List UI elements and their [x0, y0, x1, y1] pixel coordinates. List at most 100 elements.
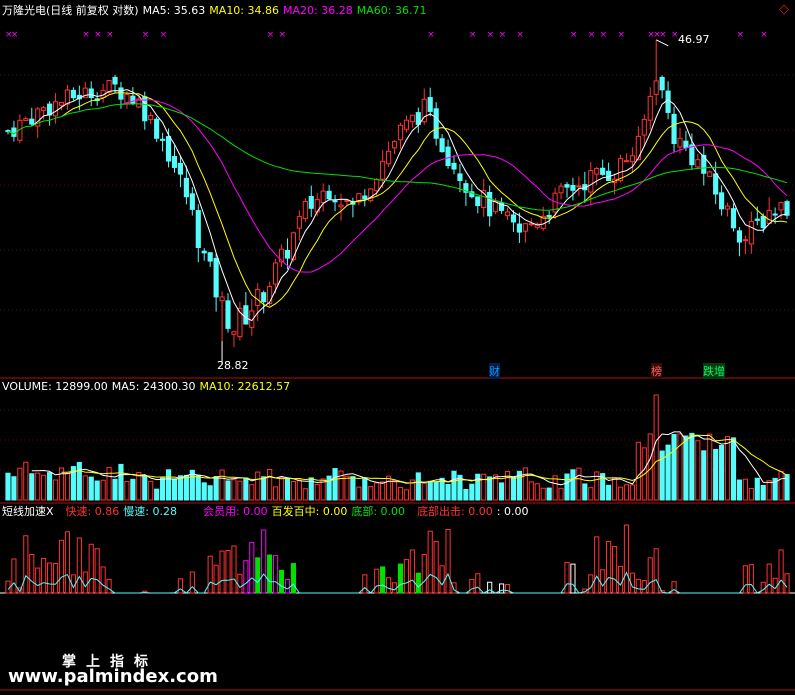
volume-bar — [582, 483, 588, 501]
indicator-bar — [742, 565, 748, 594]
candle-body — [713, 173, 719, 195]
candle-body — [171, 156, 178, 168]
indicator-bar — [778, 549, 784, 594]
candle-body — [760, 215, 766, 229]
stock-chart[interactable]: ×× × × × × × × × × × × × × × × × × ××× × × × — [0, 0, 795, 695]
signal-x-mark: × — [11, 30, 19, 40]
candle-body — [165, 136, 172, 162]
volume-bar — [64, 472, 71, 501]
high-marker — [655, 39, 669, 47]
hit-value: 百发百中: 0.00 — [271, 505, 348, 518]
candle-body — [689, 144, 695, 166]
volume-bar — [154, 488, 160, 501]
indicator-bar — [427, 530, 433, 594]
candle-body — [397, 124, 404, 141]
candle-body — [445, 146, 451, 166]
indicator-bar — [374, 568, 380, 594]
vol-ma5-value: MA5: 24300.30 — [111, 380, 196, 393]
candle-body — [784, 201, 790, 216]
volume-bar — [481, 473, 487, 501]
candle-body — [695, 159, 701, 168]
diamond-icon[interactable]: ◇ — [779, 2, 789, 17]
volume-bar — [748, 487, 754, 501]
volume-bar — [344, 475, 350, 501]
indicator-bar — [52, 563, 59, 594]
candle-body — [47, 103, 53, 116]
candle-body — [362, 195, 368, 200]
volume-bar — [148, 480, 154, 501]
indicator-bar — [409, 549, 415, 594]
indicator-bar — [570, 563, 576, 594]
candle-body — [647, 95, 653, 121]
volume-bar — [588, 487, 594, 501]
signal-x-mark: × — [736, 30, 744, 40]
volume-bar — [17, 467, 23, 501]
indicator-bar — [273, 555, 279, 594]
volume-bar — [701, 450, 707, 501]
candle-body — [653, 80, 659, 95]
indicator-bar — [225, 550, 231, 594]
volume-bar — [570, 469, 576, 501]
event-dieng-label[interactable]: 跌增 — [703, 363, 725, 379]
volume-bar — [522, 467, 528, 501]
indicator-bar — [504, 584, 511, 594]
candle-body — [189, 193, 195, 210]
candle-body — [742, 239, 748, 242]
event-bang-label[interactable]: 榜 — [651, 363, 662, 379]
ma20-value: MA20: 36.28 — [283, 4, 353, 17]
indicator-bar — [290, 563, 297, 594]
member-value: 会员用: 0.00 — [202, 505, 268, 518]
signal-x-mark: × — [469, 30, 477, 40]
indicator-bar — [760, 581, 766, 594]
candle-body — [623, 160, 630, 163]
candle-body — [130, 95, 136, 104]
volume-bar — [171, 478, 178, 501]
volume-bar — [255, 471, 261, 501]
candle-body — [719, 192, 725, 210]
volume-bar — [683, 435, 689, 501]
candle-body — [600, 167, 606, 175]
bottom-out-value: 底部出击: 0.00 — [417, 505, 493, 518]
candle-body — [665, 90, 671, 113]
indicator-bar — [498, 583, 505, 594]
candle-body — [64, 89, 71, 105]
candle-body — [296, 216, 302, 229]
indicator-bar — [623, 524, 630, 594]
candle-body — [594, 168, 600, 175]
volume-value: VOLUME: 12899.00 — [2, 380, 108, 393]
indicator-bar — [94, 548, 100, 594]
candle-body — [124, 93, 130, 104]
candle-body — [403, 119, 410, 130]
volume-header: VOLUME: 12899.00 MA5: 24300.30 MA10: 22612… — [2, 380, 294, 393]
candle-body — [427, 97, 433, 112]
volume-bar — [778, 470, 784, 501]
volume-bar — [130, 478, 136, 501]
volume-bar — [558, 487, 564, 501]
bottom-value: 底部: 0.00 — [351, 505, 406, 518]
ma60-value: MA60: 36.71 — [356, 4, 427, 17]
indicator-header: 短线加速X 快速: 0.86 慢速: 0.28 会员用: 0.00 百发百中: 0.00… — [2, 505, 532, 518]
volume-bar — [302, 488, 308, 501]
indicator-bar — [362, 574, 368, 594]
volume-bar — [11, 476, 17, 501]
candle-body — [231, 331, 237, 335]
volume-bar — [356, 486, 362, 501]
indicator-bar — [380, 566, 386, 594]
low-label: 28.82 — [217, 359, 249, 372]
candle-body — [207, 252, 213, 262]
indicator-bar — [611, 546, 618, 594]
volume-bar — [427, 480, 433, 501]
candle-body — [766, 209, 772, 224]
event-cai-label[interactable]: 财 — [489, 363, 500, 379]
volume-bar — [273, 486, 279, 501]
volume-bar — [112, 478, 118, 501]
candle-body — [219, 296, 225, 302]
candle-body — [510, 214, 517, 223]
volume-bar — [118, 463, 124, 501]
indicator-bar — [635, 578, 641, 594]
signal-x-mark: × — [94, 30, 102, 40]
candle-body — [516, 223, 522, 233]
candle-body — [261, 292, 267, 303]
candle-body — [177, 162, 184, 175]
candle-body — [255, 288, 261, 307]
